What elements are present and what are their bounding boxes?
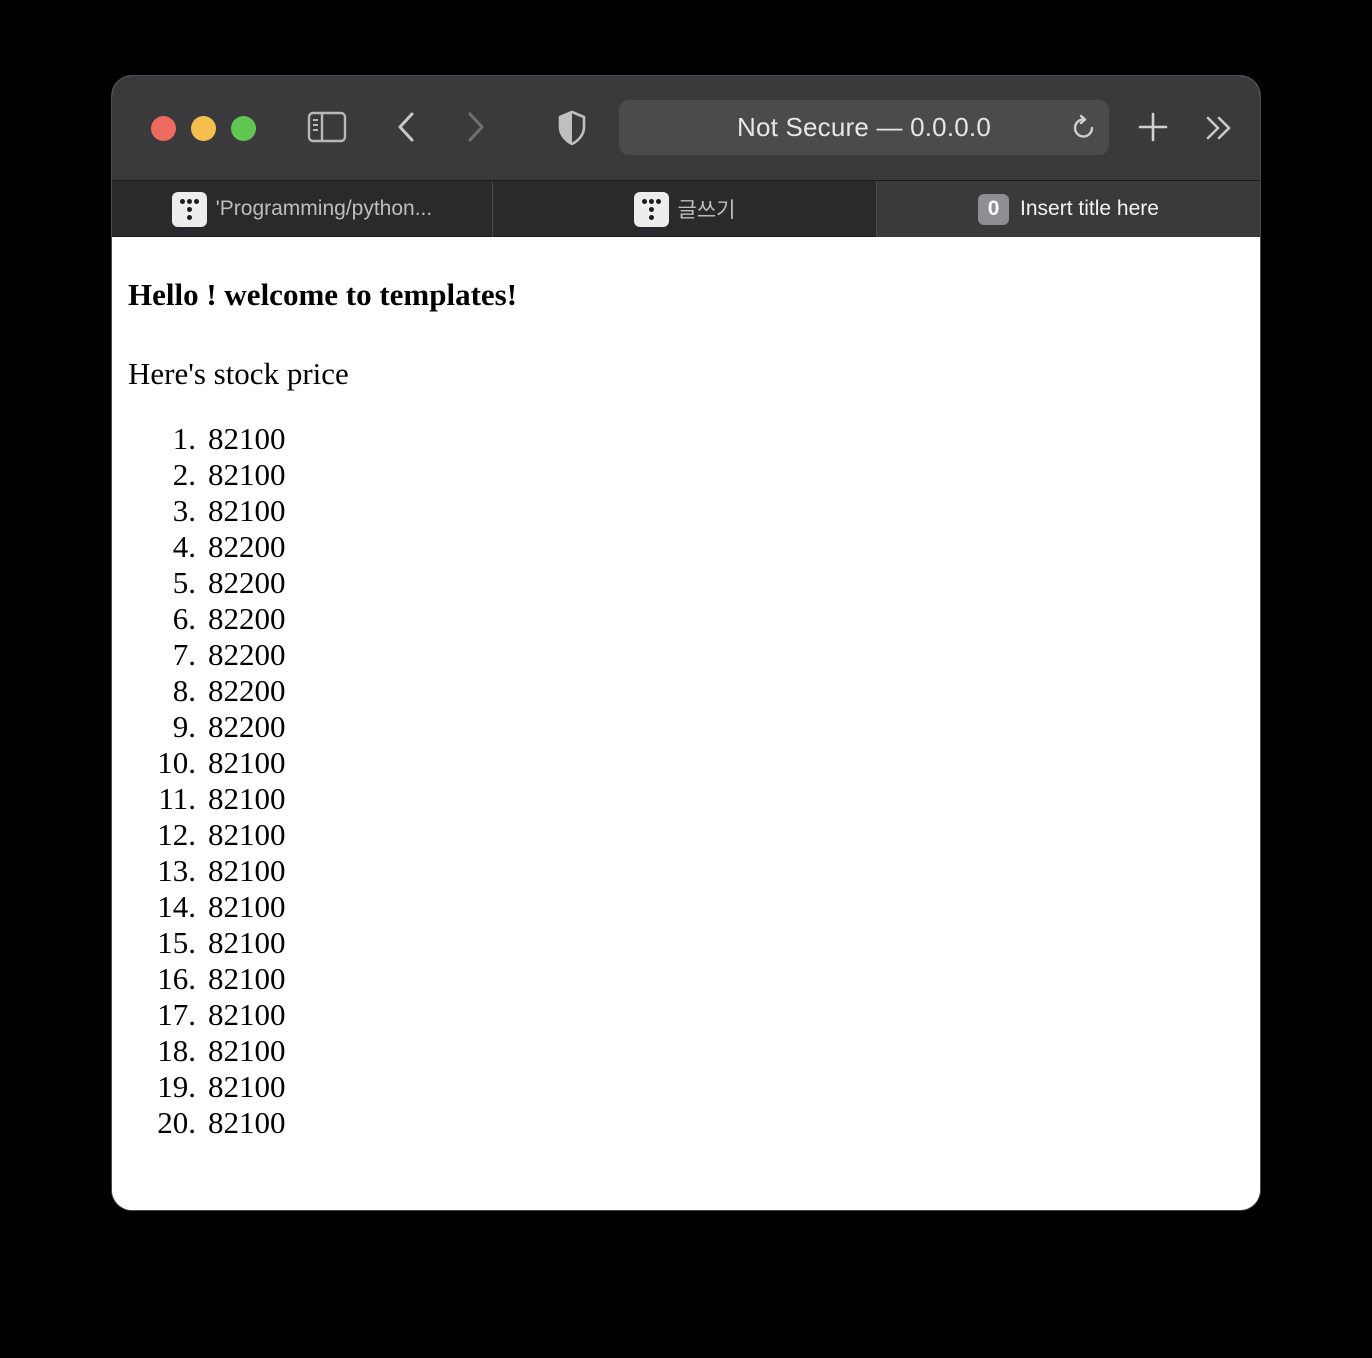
list-item-number: 6. [172,601,196,636]
list-item-value: 82100 [208,745,286,780]
list-item-number: 1. [172,421,196,456]
minimize-window-button[interactable] [191,116,216,141]
tab-insert-title[interactable]: 0 Insert title here [877,181,1260,237]
list-item-value: 82100 [208,493,286,528]
list-item-number: 7. [172,637,196,672]
list-item: 18. 82100 [128,1033,286,1069]
list-item-number: 3. [172,493,196,528]
page-heading: Hello ! welcome to templates! [128,277,518,312]
back-icon[interactable] [394,110,418,144]
new-tab-icon[interactable] [1136,110,1170,144]
address-bar[interactable]: Not Secure — 0.0.0.0 [619,100,1109,155]
maximize-window-button[interactable] [231,116,256,141]
address-text: Not Secure — 0.0.0.0 [736,112,992,142]
list-item: 8. 82200 [128,673,286,709]
list-item-value: 82100 [208,457,286,492]
tab-label: Insert title here [1020,197,1159,220]
tab-programming[interactable]: 'Programming/python... [112,181,493,237]
list-item: 4. 82200 [128,529,286,565]
more-tabs-icon[interactable] [1204,112,1234,144]
list-item: 9. 82200 [128,709,286,745]
list-item-number: 19. [157,1069,196,1104]
browser-window: Not Secure — 0.0.0.0 'Programming/python… [112,76,1260,1210]
list-item: 2. 82100 [128,457,286,493]
list-item: 3. 82100 [128,493,286,529]
list-item: 10. 82100 [128,745,286,781]
list-item: 15. 82100 [128,925,286,961]
list-item-number: 17. [157,997,196,1032]
list-item-value: 82200 [208,529,286,564]
tistory-favicon-icon [171,191,207,227]
price-list: 1. 82100 2. 82100 3. 82100 4. 82200 5. 82200 6. 822… [128,421,286,1141]
forward-icon[interactable] [464,110,488,144]
sidebar-icon[interactable] [306,110,348,144]
tab-write[interactable]: 글쓰기 [493,181,877,237]
tistory-favicon-icon [633,191,669,227]
list-item-value: 82100 [208,781,286,816]
list-item: 5. 82200 [128,565,286,601]
list-item-number: 13. [157,853,196,888]
list-item-number: 20. [157,1105,196,1140]
list-item: 1. 82100 [128,421,286,457]
list-item-number: 5. [172,565,196,600]
list-item-number: 11. [158,781,196,816]
list-item-value: 82100 [208,817,286,852]
list-item: 20. 82100 [128,1105,286,1141]
list-item: 14. 82100 [128,889,286,925]
list-item-number: 2. [172,457,196,492]
list-item-value: 82200 [208,709,286,744]
shield-icon[interactable] [556,109,588,147]
list-item-number: 4. [172,529,196,564]
list-item: 11. 82100 [128,781,286,817]
list-item-value: 82200 [208,637,286,672]
list-item: 19. 82100 [128,1069,286,1105]
page-content: Hello ! welcome to templates! Here's sto… [112,237,1260,1210]
list-item-value: 82200 [208,565,286,600]
list-item-value: 82100 [208,1069,286,1104]
list-item: 6. 82200 [128,601,286,637]
list-item-number: 9. [172,709,196,744]
tab-badge: 0 [978,193,1010,225]
reload-icon[interactable] [1069,113,1099,143]
tab-label: 'Programming/python... [215,197,433,220]
list-item: 7. 82200 [128,637,286,673]
list-item-number: 18. [157,1033,196,1068]
list-item-number: 15. [157,925,196,960]
list-item-number: 12. [157,817,196,852]
list-item-value: 82100 [208,961,286,996]
list-item-value: 82100 [208,421,286,456]
list-item-number: 16. [157,961,196,996]
close-window-button[interactable] [151,116,176,141]
list-item-value: 82200 [208,601,286,636]
list-item-value: 82100 [208,997,286,1032]
list-item: 12. 82100 [128,817,286,853]
tab-label: 글쓰기 [677,199,736,222]
page-subtitle: Here's stock price [128,356,349,391]
tab-bar: 'Programming/python... 글쓰기 0 Insert titl… [112,180,1260,237]
list-item-number: 8. [172,673,196,708]
list-item-value: 82100 [208,925,286,960]
list-item-number: 10. [157,745,196,780]
list-item-value: 82100 [208,1033,286,1068]
list-item: 17. 82100 [128,997,286,1033]
list-item: 16. 82100 [128,961,286,997]
list-item-number: 14. [157,889,196,924]
list-item-value: 82100 [208,853,286,888]
list-item-value: 82200 [208,673,286,708]
list-item-value: 82100 [208,1105,286,1140]
list-item-value: 82100 [208,889,286,924]
browser-toolbar: Not Secure — 0.0.0.0 [112,76,1260,180]
list-item: 13. 82100 [128,853,286,889]
